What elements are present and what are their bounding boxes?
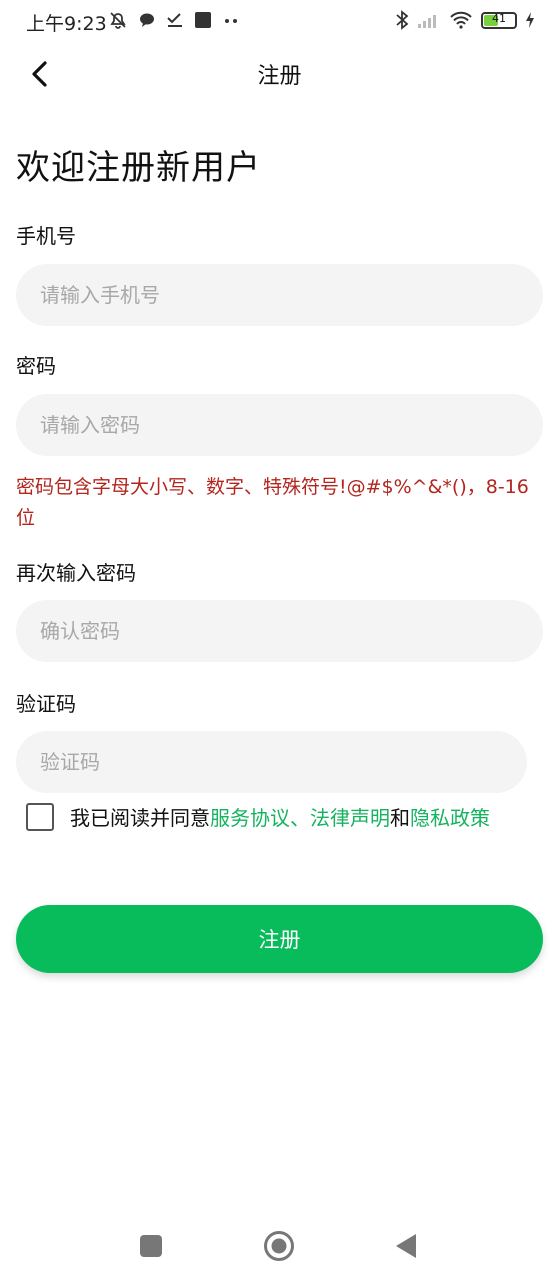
welcome-heading: 欢迎注册新用户 (16, 148, 261, 188)
agreement-prefix: 我已阅读并同意 (70, 806, 210, 830)
signal-icon (418, 15, 436, 28)
back-triangle-icon (396, 1234, 416, 1258)
recent-apps-button[interactable] (133, 1228, 169, 1264)
square-icon (195, 12, 211, 28)
battery-level: 41 (492, 11, 506, 25)
verification-code-input[interactable] (16, 731, 527, 793)
phone-input[interactable] (16, 264, 543, 326)
status-bar: 上午9:23 41 (0, 0, 559, 42)
check-lines-icon (167, 13, 182, 27)
header: 注册 (0, 46, 559, 102)
muted-bell-icon (110, 12, 126, 29)
password-input[interactable] (16, 394, 543, 456)
square-nav-icon (140, 1235, 162, 1257)
agreement-separator: 、 (290, 806, 310, 830)
battery-icon: 41 (481, 11, 517, 29)
chat-bubble-icon (140, 13, 154, 27)
charging-icon (526, 12, 534, 28)
status-right-icons: 41 (395, 10, 535, 30)
privacy-policy-link[interactable]: 隐私政策 (410, 806, 490, 830)
phone-label: 手机号 (16, 224, 76, 248)
agreement-row: 我已阅读并同意服务协议、法律声明和隐私政策 (26, 802, 490, 831)
home-circle-icon (264, 1231, 294, 1261)
register-button[interactable]: 注册 (16, 905, 543, 973)
verification-code-label: 验证码 (16, 692, 76, 716)
more-dots-icon (225, 19, 237, 23)
status-left-icons (108, 10, 240, 30)
nav-bar (0, 1210, 559, 1280)
confirm-password-label: 再次输入密码 (16, 561, 136, 585)
password-hint: 密码包含字母大小写、数字、特殊符号!@#$%^&*()，8-16位 (16, 476, 529, 529)
back-nav-button[interactable] (388, 1228, 424, 1264)
confirm-password-input[interactable] (16, 600, 543, 662)
agreement-text: 我已阅读并同意服务协议、法律声明和隐私政策 (70, 802, 490, 831)
service-agreement-link[interactable]: 服务协议 (210, 806, 290, 830)
page-title: 注册 (257, 64, 302, 89)
home-button[interactable] (261, 1228, 297, 1264)
bluetooth-icon (396, 10, 409, 30)
legal-statement-link[interactable]: 法律声明 (310, 806, 390, 830)
wifi-icon (450, 11, 472, 29)
status-time: 上午9:23 (26, 13, 107, 35)
agreement-and: 和 (390, 806, 410, 830)
agreement-checkbox[interactable] (26, 802, 54, 831)
password-label: 密码 (16, 354, 56, 378)
